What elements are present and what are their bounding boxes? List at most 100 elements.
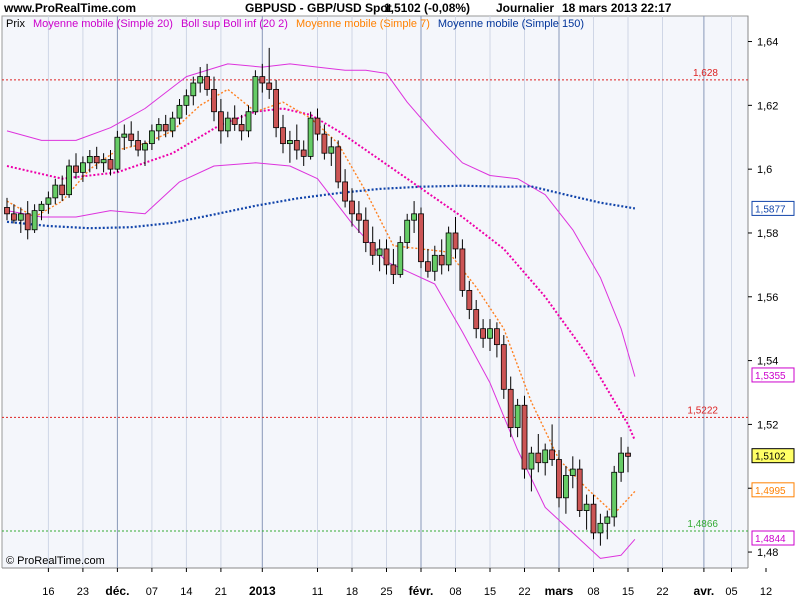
candle-up[interactable] — [100, 159, 107, 164]
candle-down[interactable] — [480, 328, 487, 339]
candle-up[interactable] — [286, 140, 293, 145]
candle-down[interactable] — [300, 149, 307, 157]
candle-up[interactable] — [328, 146, 335, 154]
candle-up[interactable] — [376, 248, 383, 256]
candle-down[interactable] — [590, 503, 597, 534]
candle-down[interactable] — [4, 207, 10, 215]
candle-up[interactable] — [121, 133, 128, 138]
candle-down[interactable] — [266, 82, 273, 90]
candle-up[interactable] — [307, 117, 314, 157]
candle-up[interactable] — [190, 82, 197, 97]
candle-up[interactable] — [183, 95, 190, 106]
candle-up[interactable] — [197, 76, 204, 84]
x-tick-label: 21 — [215, 586, 227, 598]
candle-up[interactable] — [17, 213, 24, 221]
candle-down[interactable] — [383, 248, 390, 266]
candle-down[interactable] — [362, 219, 369, 243]
candle-down[interactable] — [500, 344, 507, 390]
candle-down[interactable] — [424, 261, 431, 272]
candle-down[interactable] — [452, 232, 459, 250]
candle-down[interactable] — [73, 165, 79, 173]
candle-up[interactable] — [411, 213, 418, 221]
candle-down[interactable] — [259, 76, 266, 84]
candle-down[interactable] — [238, 124, 245, 132]
candle-up[interactable] — [31, 210, 38, 231]
candle-up[interactable] — [514, 404, 521, 429]
candle-down[interactable] — [314, 117, 321, 135]
candle-down[interactable] — [355, 213, 362, 221]
candle-down[interactable] — [438, 254, 445, 266]
candle-down[interactable] — [10, 213, 17, 221]
candle-up[interactable] — [52, 184, 59, 199]
candle-down[interactable] — [625, 452, 631, 457]
candle-down[interactable] — [556, 459, 562, 499]
candle-down[interactable] — [466, 290, 473, 310]
candle-down[interactable] — [93, 155, 100, 164]
candle-down[interactable] — [369, 242, 376, 256]
candle-up[interactable] — [528, 452, 535, 470]
candle-up[interactable] — [224, 117, 231, 132]
candle-up[interactable] — [431, 254, 438, 272]
candle-up[interactable] — [604, 516, 611, 524]
candle-up[interactable] — [45, 197, 52, 205]
candle-up[interactable] — [148, 130, 155, 145]
candle-down[interactable] — [349, 200, 355, 215]
candle-up[interactable] — [176, 104, 183, 119]
x-tick-label: 16 — [42, 586, 54, 598]
candle-up[interactable] — [169, 117, 176, 132]
candle-down[interactable] — [549, 449, 555, 460]
candle-down[interactable] — [507, 388, 514, 429]
candle-up[interactable] — [563, 475, 569, 499]
candle-down[interactable] — [211, 88, 217, 113]
candle-up[interactable] — [583, 503, 590, 511]
candle-up[interactable] — [245, 111, 252, 132]
candle-up[interactable] — [445, 232, 452, 266]
candle-down[interactable] — [576, 468, 583, 511]
candle-down[interactable] — [390, 264, 397, 275]
y-tick-label: 1,6 — [757, 164, 772, 176]
candle-up[interactable] — [38, 203, 45, 212]
candle-down[interactable] — [204, 76, 211, 90]
candle-up[interactable] — [542, 449, 549, 464]
candle-down[interactable] — [231, 117, 238, 125]
candle-down[interactable] — [321, 133, 328, 154]
candle-down[interactable] — [335, 146, 342, 183]
candle-up[interactable] — [142, 143, 148, 151]
candle-down[interactable] — [24, 213, 31, 231]
candle-down[interactable] — [217, 111, 224, 132]
candle-up[interactable] — [569, 468, 576, 476]
candle-down[interactable] — [59, 184, 66, 196]
candle-up[interactable] — [487, 328, 493, 339]
candle-down[interactable] — [280, 127, 286, 145]
x-tick-label: 22 — [656, 586, 668, 598]
plot-area[interactable] — [1, 15, 749, 569]
candle-down[interactable] — [107, 159, 114, 170]
candle-up[interactable] — [252, 76, 259, 113]
candle-down[interactable] — [418, 213, 424, 263]
candle-up[interactable] — [114, 136, 121, 170]
candle-down[interactable] — [162, 124, 169, 132]
candle-down[interactable] — [521, 404, 528, 470]
candle-down[interactable] — [293, 140, 300, 151]
candle-up[interactable] — [86, 155, 93, 164]
candle-down[interactable] — [128, 133, 135, 141]
candle-up[interactable] — [618, 452, 624, 473]
candle-down[interactable] — [493, 328, 500, 346]
candle-down[interactable] — [135, 140, 142, 151]
candle-up[interactable] — [404, 219, 411, 243]
candle-down[interactable] — [473, 309, 480, 330]
price-chart[interactable]: 1,641,621,61,581,561,541,521,51,481623dé… — [0, 0, 800, 600]
candle-down[interactable] — [342, 181, 349, 202]
chart-window: www.ProRealTime.com GBPUSD - GBP/USD Spo… — [0, 0, 800, 600]
candle-up[interactable] — [66, 165, 72, 196]
x-tick-label: avr. — [694, 584, 715, 598]
x-tick-label: 18 — [346, 586, 358, 598]
candle-up[interactable] — [155, 124, 162, 132]
candle-up[interactable] — [597, 522, 604, 534]
candle-down[interactable] — [273, 88, 280, 129]
candle-up[interactable] — [80, 162, 86, 173]
candle-down[interactable] — [459, 248, 466, 291]
candle-up[interactable] — [397, 242, 404, 275]
candle-up[interactable] — [611, 471, 618, 518]
candle-down[interactable] — [535, 452, 542, 464]
